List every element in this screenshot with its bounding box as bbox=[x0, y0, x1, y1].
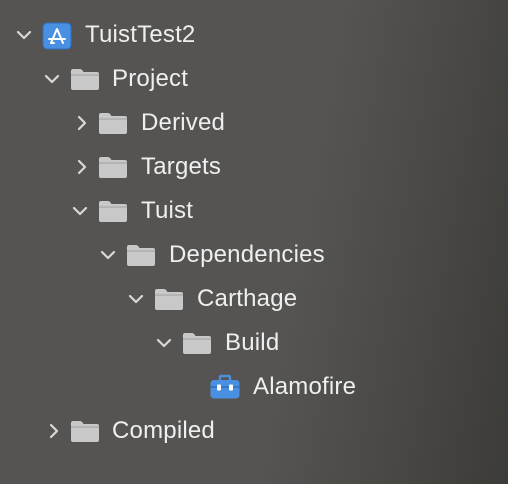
tree-row-dependencies[interactable]: Dependencies bbox=[0, 233, 508, 277]
chevron-right-icon[interactable] bbox=[72, 157, 92, 177]
tree-row-label: TuistTest2 bbox=[85, 21, 196, 48]
folder-icon bbox=[98, 111, 128, 135]
folder-icon bbox=[154, 287, 184, 311]
tree-row-compiled[interactable]: Compiled bbox=[0, 409, 508, 453]
tree-row-label: Build bbox=[225, 329, 280, 356]
folder-icon bbox=[98, 155, 128, 179]
tree-row-label: Tuist bbox=[141, 197, 194, 224]
chevron-right-icon[interactable] bbox=[44, 421, 64, 441]
tree-row-label: Carthage bbox=[197, 285, 298, 312]
folder-icon bbox=[70, 67, 100, 91]
chevron-down-icon[interactable] bbox=[98, 245, 118, 265]
tree-row-label: Targets bbox=[141, 153, 222, 180]
folder-icon bbox=[70, 419, 100, 443]
chevron-right-icon[interactable] bbox=[72, 113, 92, 133]
folder-icon bbox=[98, 199, 128, 223]
tree-row-label: Compiled bbox=[112, 417, 215, 444]
chevron-down-icon[interactable] bbox=[70, 201, 90, 221]
chevron-down-icon[interactable] bbox=[126, 289, 146, 309]
project-navigator: TuistTest2 Project Derived Targets Tuist… bbox=[0, 0, 508, 484]
tree-row-label: Derived bbox=[141, 109, 226, 136]
chevron-down-icon[interactable] bbox=[154, 333, 174, 353]
tree-row-build[interactable]: Build bbox=[0, 321, 508, 365]
xcode-project-icon bbox=[42, 22, 72, 50]
tree-row-label: Project bbox=[112, 65, 189, 92]
tree-row-tuist[interactable]: Tuist bbox=[0, 189, 508, 233]
tree-row-targets[interactable]: Targets bbox=[0, 145, 508, 189]
tree-row-label: Alamofire bbox=[253, 373, 357, 400]
tree-row-alamofire[interactable]: Alamofire bbox=[0, 365, 508, 409]
chevron-down-icon[interactable] bbox=[42, 69, 62, 89]
folder-icon bbox=[126, 243, 156, 267]
tree-row-label: Dependencies bbox=[169, 241, 325, 268]
tree-row-derived[interactable]: Derived bbox=[0, 101, 508, 145]
folder-icon bbox=[182, 331, 212, 355]
chevron-down-icon[interactable] bbox=[14, 25, 34, 45]
framework-toolbox-icon bbox=[209, 374, 241, 400]
tree-row-tuisttest2[interactable]: TuistTest2 bbox=[0, 13, 508, 57]
tree-row-carthage[interactable]: Carthage bbox=[0, 277, 508, 321]
tree-row-project[interactable]: Project bbox=[0, 57, 508, 101]
